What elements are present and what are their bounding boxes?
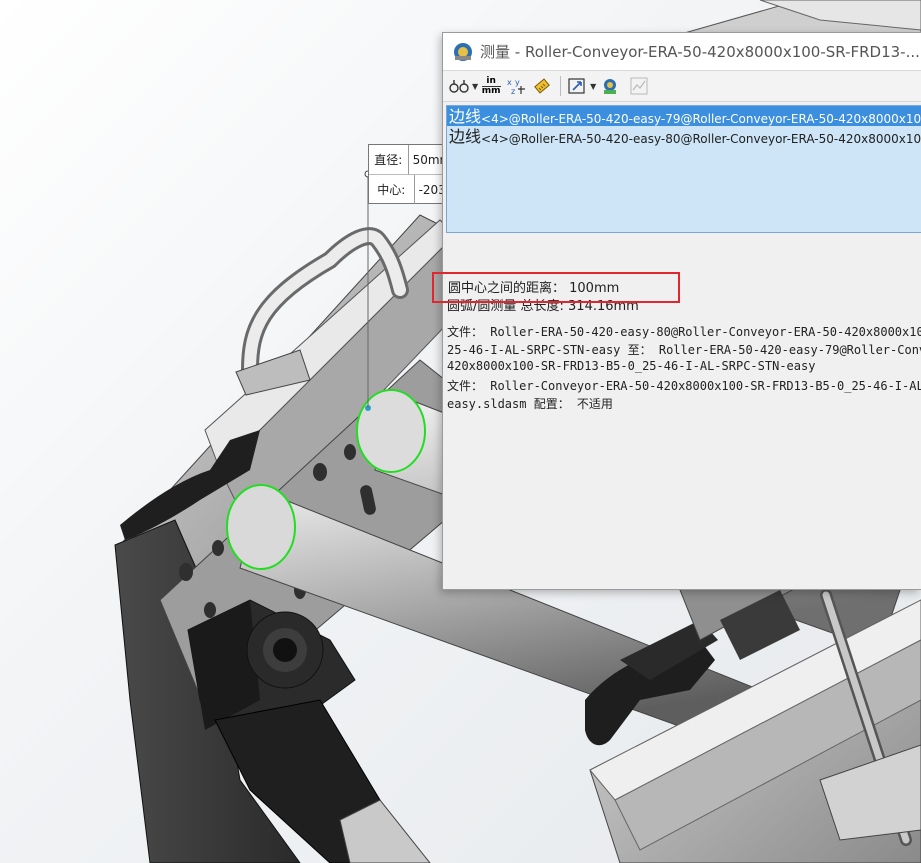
- units-top-label: in: [486, 75, 496, 86]
- file-info-line: 420x8000x100-SR-FRD13-B5-0_25-46-I-AL-SR…: [447, 359, 816, 373]
- show-xyz-button[interactable]: x y z: [506, 74, 526, 98]
- measure-dialog[interactable]: 测量 - Roller-Conveyor-ERA-50-420x8000x100…: [442, 32, 921, 590]
- selection-detail: <4>@Roller-ERA-50-420-easy-80@Roller-Con…: [481, 132, 921, 146]
- center-label: 中心:: [369, 175, 415, 204]
- svg-text:z: z: [511, 87, 515, 96]
- measure-window-title: 测量 - Roller-Conveyor-ERA-50-420x8000x100…: [480, 43, 920, 61]
- sensor-icon: [630, 77, 648, 95]
- selection-item-edge-79[interactable]: 边线 <4>@Roller-ERA-50-420-easy-79@Roller-…: [447, 106, 921, 126]
- center-value: -203: [418, 182, 445, 197]
- selection-item-edge-80[interactable]: 边线 <4>@Roller-ERA-50-420-easy-80@Roller-…: [447, 126, 921, 147]
- toolbar-separator: [560, 76, 562, 96]
- file-info-line: 文件： Roller-Conveyor-ERA-50-420x8000x100-…: [447, 379, 921, 393]
- arc-circle-options-button[interactable]: [449, 74, 469, 98]
- selection-detail: <4>@Roller-ERA-50-420-easy-79@Roller-Con…: [481, 112, 921, 126]
- selection-list[interactable]: 边线 <4>@Roller-ERA-50-420-easy-79@Roller-…: [446, 105, 921, 233]
- svg-text:x: x: [507, 78, 512, 87]
- measure-tool-icon: [454, 42, 472, 61]
- dimension-callout: 直径: 50mm 中心: -203: [368, 144, 446, 204]
- measure-title-bar[interactable]: 测量 - Roller-Conveyor-ERA-50-420x8000x100…: [443, 33, 921, 71]
- coordinate-dropdown-icon[interactable]: ▼: [590, 82, 596, 91]
- arc-options-icon: [449, 80, 469, 93]
- ruler-icon: [534, 78, 551, 94]
- units-bottom-label: mm: [481, 85, 501, 96]
- file-info-line: 25-46-I-AL-SRPC-STN-easy 至： Roller-ERA-5…: [447, 343, 921, 357]
- file-info-line: easy.sldasm 配置： 不适用: [447, 397, 613, 411]
- create-sensor-button[interactable]: [630, 74, 648, 98]
- diameter-label: 直径:: [369, 145, 409, 174]
- measure-toolbar: ▼ in mm x y z ▼: [443, 71, 921, 102]
- history-icon: [604, 79, 617, 94]
- coordinate-system-icon: [568, 78, 585, 94]
- arc-options-dropdown-icon[interactable]: ▼: [472, 82, 478, 91]
- distance-highlight-box: [432, 272, 680, 303]
- svg-text:y: y: [515, 78, 520, 87]
- coordinate-system-button[interactable]: [567, 74, 587, 98]
- point-to-point-button[interactable]: [532, 74, 552, 98]
- selection-type-label: 边线: [449, 127, 482, 146]
- selection-type-label: 边线: [449, 107, 482, 126]
- xyz-measurements-icon: x y z: [507, 78, 526, 96]
- file-info-line: 文件： Roller-ERA-50-420-easy-80@Roller-Con…: [447, 325, 921, 339]
- diameter-value: 50mm: [412, 152, 445, 167]
- measure-history-button[interactable]: [600, 74, 620, 98]
- units-precision-button[interactable]: in mm: [481, 74, 501, 98]
